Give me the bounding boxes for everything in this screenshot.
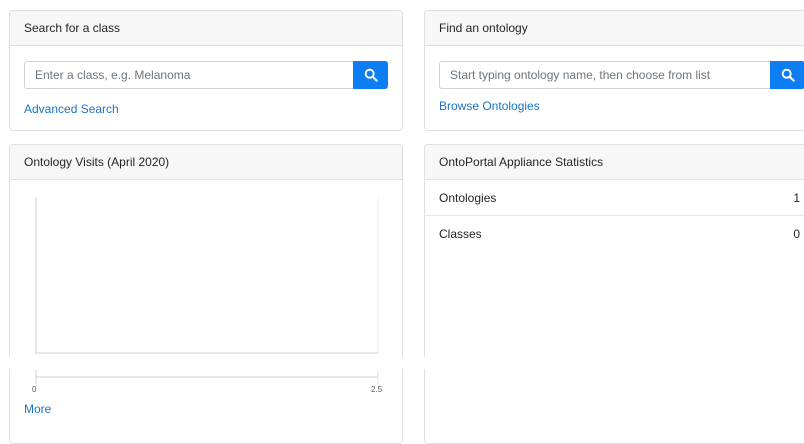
class-search-input[interactable] <box>24 61 353 89</box>
advanced-search-link[interactable]: Advanced Search <box>24 102 119 116</box>
stat-value-classes: 0 <box>793 227 800 241</box>
stat-label-ontologies: Ontologies <box>439 190 497 205</box>
find-ontology-card: Find an ontology Browse Ontologies <box>424 10 804 131</box>
ontology-visits-card: Ontology Visits (April 2020) 0 2.5 More <box>9 144 403 444</box>
browse-ontologies-link[interactable]: Browse Ontologies <box>439 99 540 113</box>
statistics-header: OntoPortal Appliance Statistics <box>425 145 804 180</box>
ontology-search-input[interactable] <box>439 61 770 89</box>
visits-chart <box>35 197 379 384</box>
page-gap <box>0 357 804 369</box>
search-icon <box>781 68 795 82</box>
find-ontology-header: Find an ontology <box>425 11 804 46</box>
class-search-group <box>24 61 388 89</box>
search-class-card: Search for a class Advanced Search <box>9 10 403 131</box>
x-tick-label-end: 2.5 <box>371 385 383 394</box>
x-tick-label-start: 0 <box>32 385 37 394</box>
search-class-header: Search for a class <box>10 11 402 46</box>
stat-row-ontologies: Ontologies 1 <box>425 180 804 216</box>
search-icon <box>364 68 378 82</box>
ontology-search-group <box>439 61 804 89</box>
stat-row-classes: Classes 0 <box>425 216 804 252</box>
statistics-card: OntoPortal Appliance Statistics Ontologi… <box>424 144 804 444</box>
stat-label-classes: Classes <box>439 227 482 241</box>
more-link[interactable]: More <box>24 402 51 416</box>
stat-value-ontologies: 1 <box>793 190 800 205</box>
search-class-title: Search for a class <box>24 21 121 35</box>
class-search-button[interactable] <box>353 61 388 89</box>
ontology-visits-title: Ontology Visits (April 2020) <box>24 155 170 169</box>
ontology-visits-header: Ontology Visits (April 2020) <box>10 145 402 180</box>
ontology-search-button[interactable] <box>770 61 804 89</box>
find-ontology-title: Find an ontology <box>439 21 528 35</box>
statistics-title: OntoPortal Appliance Statistics <box>439 155 604 169</box>
